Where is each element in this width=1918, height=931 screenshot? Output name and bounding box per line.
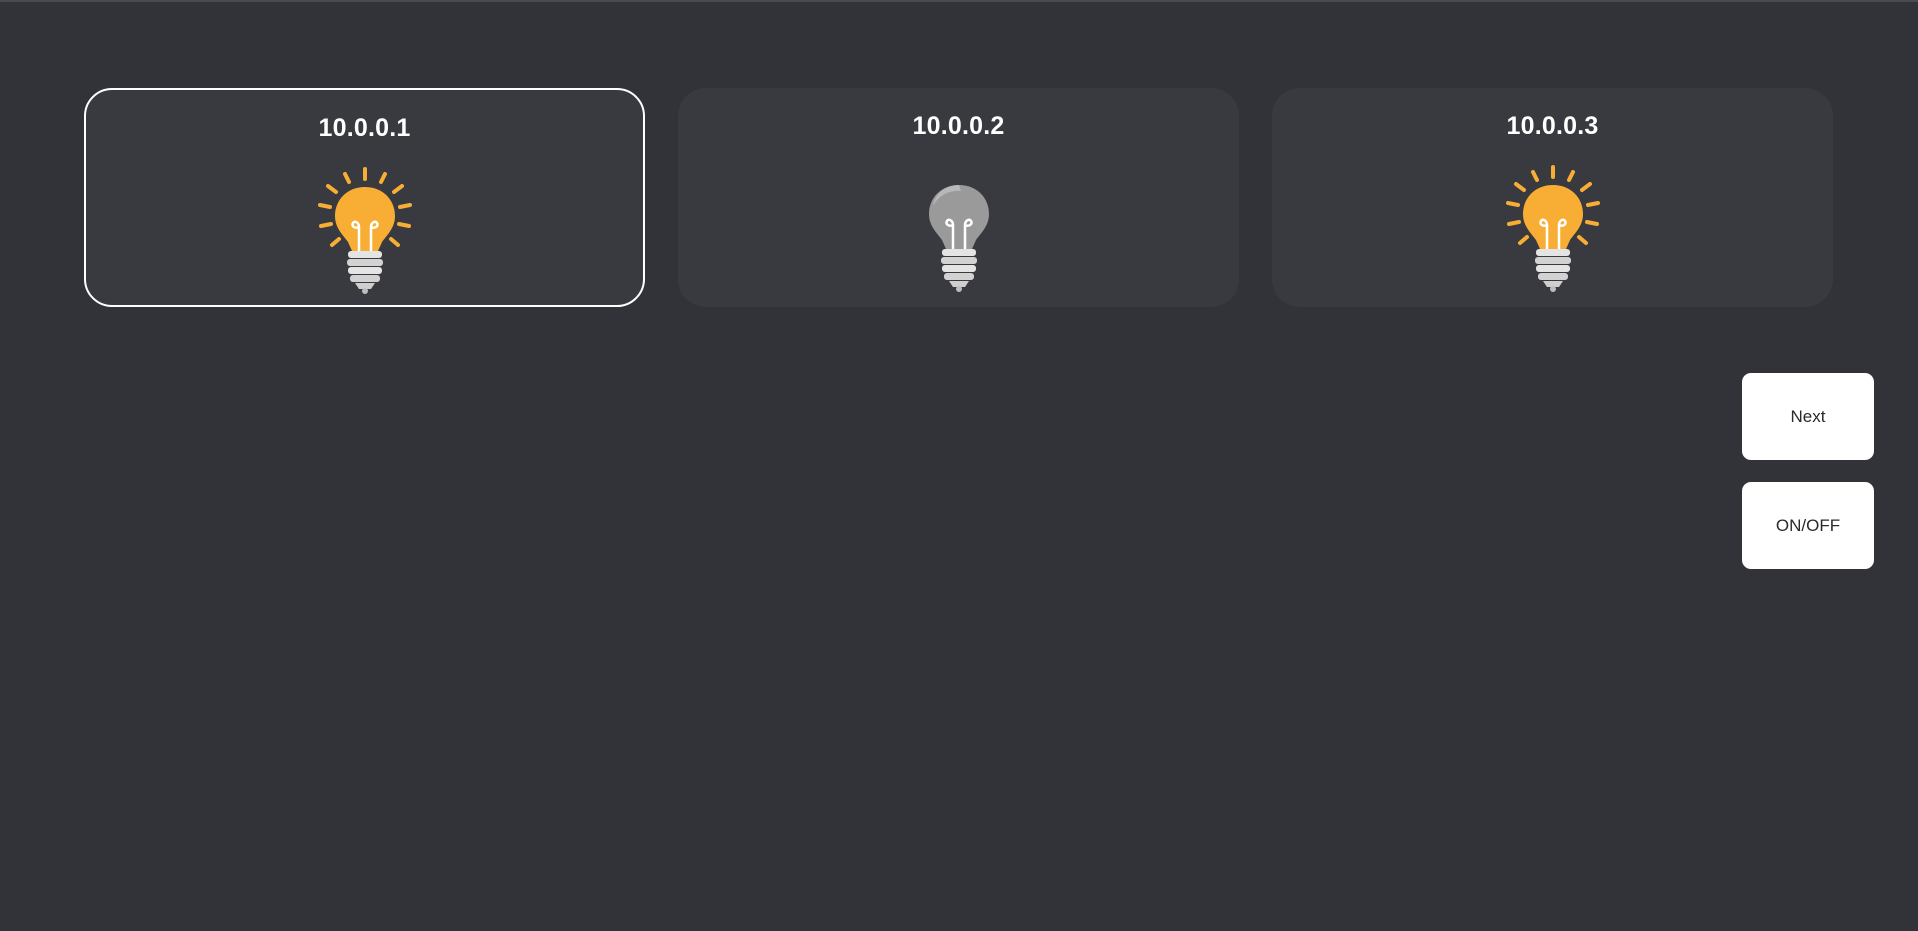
lightbulb-off-icon	[928, 185, 989, 292]
next-button[interactable]: Next	[1742, 373, 1874, 460]
lightbulb-on-icon	[1505, 165, 1600, 292]
device-card-1[interactable]: 10.0.0.1	[84, 88, 645, 307]
device-ip-label: 10.0.0.3	[1506, 112, 1599, 140]
on-off-button[interactable]: ON/OFF	[1742, 482, 1874, 569]
lightbulb-on-icon	[317, 167, 412, 294]
window-top-border	[0, 0, 1918, 2]
device-card-2[interactable]: 10.0.0.2	[678, 88, 1239, 307]
device-card-3[interactable]: 10.0.0.3	[1272, 88, 1833, 307]
device-ip-label: 10.0.0.1	[318, 114, 411, 142]
device-card-list: 10.0.0.1 10.0.0.2 10.0.0.3	[84, 88, 1833, 307]
device-ip-label: 10.0.0.2	[912, 112, 1005, 140]
